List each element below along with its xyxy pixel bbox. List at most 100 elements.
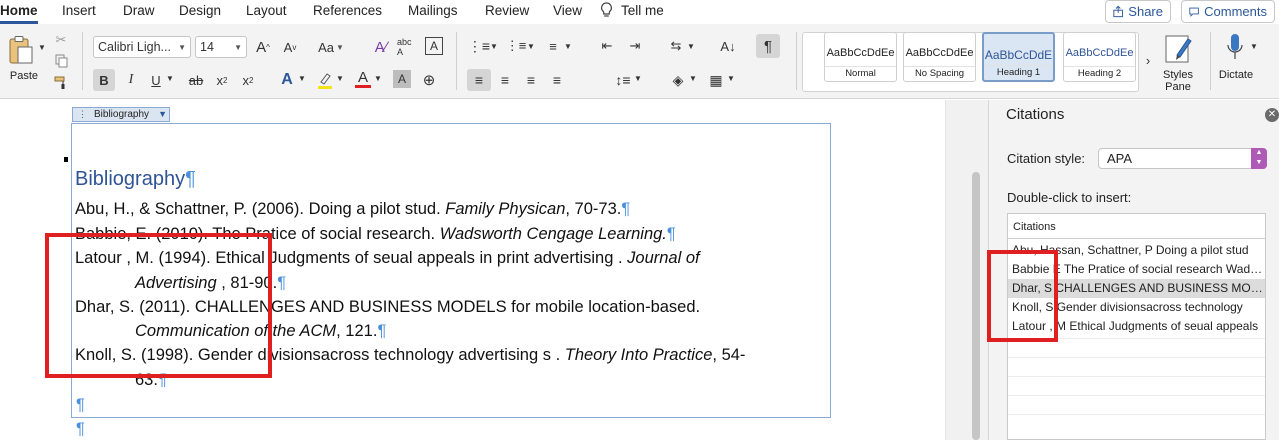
character-shading-icon[interactable]: A [393,70,411,88]
bibliography-field-tab[interactable]: ⋮ Bibliography ▼ [72,107,170,122]
decrease-indent-icon[interactable]: ⇤ [596,36,618,56]
sort-icon[interactable]: A↓ [717,36,739,56]
highlight-icon[interactable] [316,69,334,91]
grow-font-button[interactable]: A ^ [254,37,272,57]
tab-review[interactable]: Review [485,3,529,18]
citation-style-value: APA [1107,151,1133,166]
microphone-icon [1227,34,1243,59]
chevron-updown-icon[interactable]: ▲ ▼ [1251,148,1267,169]
clipboard-icon [9,36,33,64]
bibliography-heading[interactable]: Bibliography¶ [75,168,196,191]
format-painter-icon[interactable] [54,76,68,90]
enclose-characters-icon[interactable]: ⊕ [419,69,439,91]
numbering-chevron-icon[interactable]: ▼ [527,41,535,51]
align-left-button[interactable]: ≡ [467,69,491,91]
styles-more-chevron-icon[interactable]: › [1142,52,1154,68]
list-empty-row [1008,414,1265,433]
style-name: Heading 2 [1064,66,1135,81]
shrink-font-button[interactable]: Av [281,37,299,57]
cut-icon[interactable]: ✂ [54,32,68,47]
paste-button[interactable] [6,33,36,67]
tab-view[interactable]: View [553,3,582,18]
shading-icon[interactable]: ◈ [667,69,689,91]
pilcrow-mark: ¶ [76,396,85,414]
bullets-chevron-icon[interactable]: ▼ [490,41,498,51]
comments-button[interactable]: Comments [1181,0,1275,23]
bullets-icon[interactable]: ⋮≡ [468,36,490,56]
text-effects-icon[interactable]: A [278,69,296,91]
italic-button[interactable]: I [121,69,141,91]
double-click-insert-label: Double-click to insert: [1007,190,1132,205]
chevron-down-icon[interactable]: ▼ [158,109,167,119]
style-normal[interactable]: AaBbCcDdEe Normal [824,32,897,82]
dictate-button[interactable] [1223,32,1247,64]
dictate-chevron-icon[interactable]: ▼ [1250,41,1258,51]
paste-dropdown-chevron-icon[interactable]: ▼ [38,42,46,52]
vertical-scrollbar[interactable] [945,100,988,440]
align-right-button[interactable]: ≡ [520,69,542,91]
tell-me-search[interactable]: Tell me [621,3,664,18]
text-effects-chevron-icon[interactable]: ▼ [298,73,306,83]
bibliography-entry[interactable]: Abu, H., & Schattner, P. (2006). Doing a… [75,200,630,219]
share-icon [1113,5,1123,18]
close-icon[interactable]: ✕ [1265,108,1279,122]
shading-chevron-icon[interactable]: ▼ [689,73,697,83]
font-color-icon[interactable]: A [354,68,372,90]
line-spacing-icon[interactable]: ↕≡ [612,69,634,91]
copy-icon[interactable] [54,54,68,68]
ribbon-separator [796,32,797,90]
tab-home[interactable]: Home [0,3,38,18]
font-name-value: Calibri Ligh... [98,40,171,54]
share-label: Share [1128,4,1163,19]
tab-mailings[interactable]: Mailings [408,3,458,18]
superscript-button[interactable]: x2 [239,69,257,91]
font-name-select[interactable]: Calibri Ligh... ▼ [93,36,191,58]
line-spacing-chevron-icon[interactable]: ▼ [634,73,642,83]
multilevel-list-icon[interactable]: ≡ [542,36,564,56]
tab-draw[interactable]: Draw [123,3,155,18]
citation-style-select[interactable]: APA ▲ ▼ [1098,148,1267,169]
bold-button[interactable]: B [93,69,115,91]
list-empty-row [1008,357,1265,376]
borders-icon[interactable]: ▦ [705,69,727,91]
bibliography-tab-label: Bibliography [94,109,150,120]
annotation-highlight-box [987,250,1058,342]
style-sample: AaBbCcDdEe [826,47,895,59]
share-button[interactable]: Share [1105,0,1171,23]
pilcrow-mark: ¶ [277,274,287,292]
subscript-button[interactable]: x2 [213,69,231,91]
underline-button[interactable]: U [146,69,166,91]
numbering-icon[interactable]: ⋮≡ [505,36,527,56]
style-heading-2[interactable]: AaBbCcDdEe Heading 2 [1063,32,1136,82]
phonetic-guide-icon[interactable]: abc A [397,37,419,57]
clear-formatting-icon[interactable]: A∕ [371,37,391,57]
show-formatting-marks-button[interactable]: ¶ [756,34,780,58]
text-direction-chevron-icon[interactable]: ▼ [687,41,695,51]
character-border-icon[interactable]: A [425,37,443,55]
grow-font-icon: A [256,38,267,56]
tab-references[interactable]: References [313,3,382,18]
style-name: Heading 1 [984,65,1053,80]
scrollbar-thumb[interactable] [972,172,980,440]
font-color-chevron-icon[interactable]: ▼ [374,73,382,83]
font-size-select[interactable]: 14 ▼ [195,36,247,58]
list-empty-row [1008,376,1265,395]
tab-insert[interactable]: Insert [62,3,96,18]
style-no-spacing[interactable]: AaBbCcDdEe No Spacing [903,32,976,82]
justify-button[interactable]: ≡ [546,69,568,91]
align-center-button[interactable]: ≡ [494,69,516,91]
text-direction-icon[interactable]: ⇆ [665,36,687,56]
borders-chevron-icon[interactable]: ▼ [727,73,735,83]
style-heading-1[interactable]: AaBbCcDdE Heading 1 [982,32,1055,82]
increase-indent-icon[interactable]: ⇥ [624,36,646,56]
change-case-button[interactable]: Aa ▼ [318,37,344,57]
style-sample: AaBbCcDdE [984,48,1053,62]
highlight-chevron-icon[interactable]: ▼ [336,73,344,83]
multilevel-chevron-icon[interactable]: ▼ [564,41,572,51]
styles-pane-button[interactable] [1162,32,1194,66]
strikethrough-button[interactable]: ab [186,69,206,91]
tab-design[interactable]: Design [179,3,221,18]
tab-layout[interactable]: Layout [246,3,287,18]
underline-chevron-icon[interactable]: ▼ [166,73,174,83]
drag-handle-icon[interactable]: ⋮ [78,109,87,120]
